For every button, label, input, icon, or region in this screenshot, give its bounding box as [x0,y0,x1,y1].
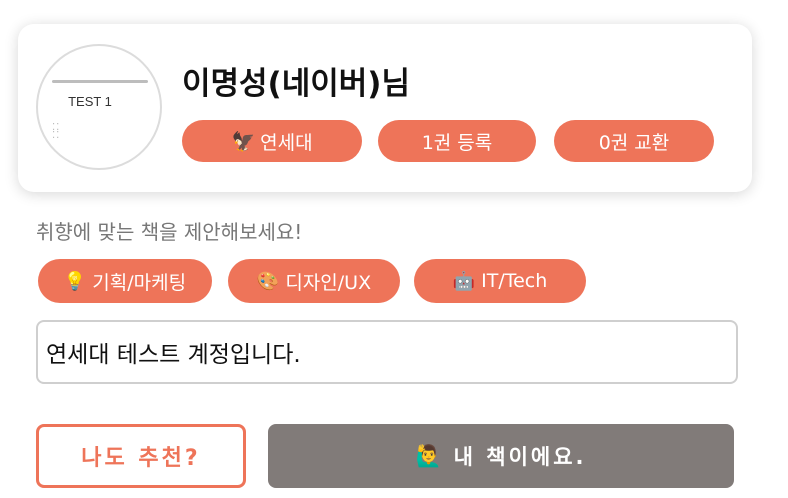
tag-design-ux[interactable]: 🎨 디자인/UX [228,259,400,303]
suggest-prompt: 취향에 맞는 책을 제안해보세요! [36,220,303,244]
exchanged-count-label: 0권 교환 [598,131,670,154]
avatar-text: TEST 1 [68,94,112,109]
profile-card: TEST 1 ⁚⁚ ⁚⁚ 이명성(네이버)님 🦅 연세대 1권 등록 0권 교환 [18,24,752,192]
avatar[interactable]: TEST 1 ⁚⁚ ⁚⁚ [36,44,162,170]
tag-label: 기획/마케팅 [92,271,187,294]
school-badge: 🦅 연세대 [182,120,362,162]
exchanged-count-badge: 0권 교환 [554,120,714,162]
my-book-button[interactable]: 🙋‍♂️ 내 책이에요. [268,424,734,488]
recommend-button[interactable]: 나도 추천? [36,424,246,488]
page: TEST 1 ⁚⁚ ⁚⁚ 이명성(네이버)님 🦅 연세대 1권 등록 0권 교환 … [0,0,788,498]
tag-planning-marketing[interactable]: 💡 기획/마케팅 [38,259,212,303]
registered-count-badge: 1권 등록 [378,120,536,162]
palette-icon: 🎨 [256,270,280,292]
message-text: 연세대 테스트 계정입니다. [46,342,301,368]
registered-count-label: 1권 등록 [421,131,493,154]
eagle-icon: 🦅 [231,130,256,153]
tag-it-tech[interactable]: 🤖 IT/Tech [414,259,586,303]
drag-handle-icon: ⁚⁚ ⁚⁚ [52,122,61,141]
message-field[interactable]: 연세대 테스트 계정입니다. [36,320,738,384]
tag-label: IT/Tech [481,270,548,292]
my-book-button-label: 내 책이에요. [453,445,587,469]
avatar-shelf-line [52,80,148,83]
school-badge-label: 연세대 [260,131,313,154]
raising-hand-icon: 🙋‍♂️ [415,443,442,468]
tag-label: 디자인/UX [285,271,372,294]
recommend-button-label: 나도 추천? [81,446,201,471]
robot-icon: 🤖 [452,270,476,292]
lightbulb-icon: 💡 [63,270,87,292]
user-name: 이명성(네이버)님 [182,66,410,102]
